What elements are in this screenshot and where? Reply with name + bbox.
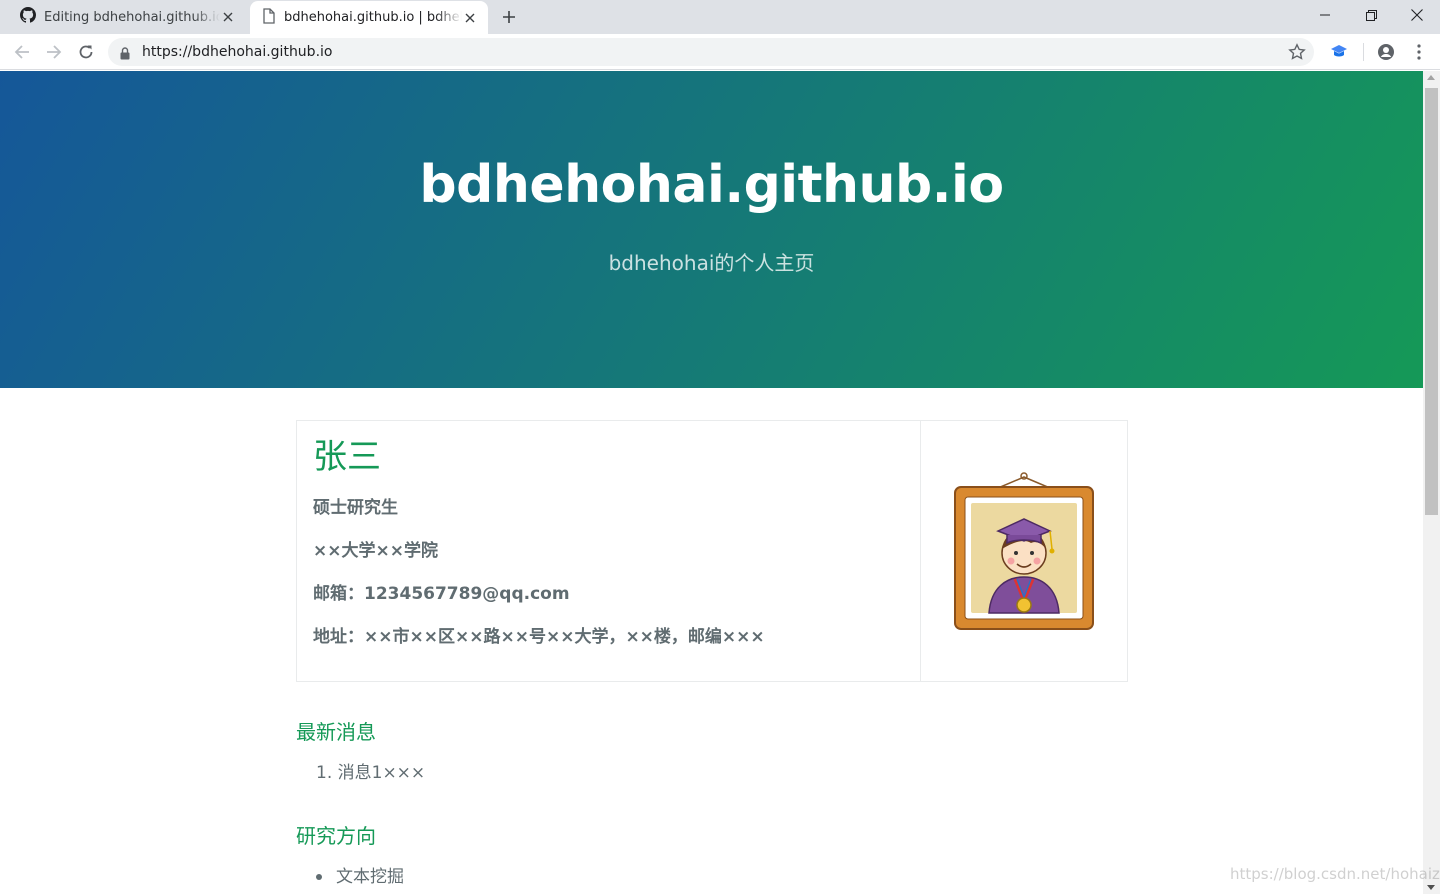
news-list: 1. 消息1××× — [316, 762, 425, 784]
research-item-label: 文本挖掘 — [336, 867, 404, 887]
extension-icon[interactable] — [1328, 41, 1350, 63]
profile-photo-cell — [921, 421, 1127, 681]
profile-email: 邮箱：1234567789@qq.com — [313, 584, 570, 604]
watermark: https://blog.csdn.net/hohaizx — [1230, 865, 1440, 883]
research-list: 文本挖掘 — [316, 866, 404, 888]
restore-button[interactable] — [1348, 0, 1394, 30]
bookmark-star-icon[interactable] — [1288, 43, 1306, 65]
address-bar[interactable]: https://bdhehohai.github.io — [108, 38, 1314, 66]
tab-title: bdhehohai.github.io | bdhehohai — [284, 10, 462, 25]
browser-toolbar: https://bdhehohai.github.io — [0, 34, 1440, 70]
close-icon[interactable] — [220, 9, 236, 25]
research-section-title: 研究方向 — [296, 824, 376, 848]
new-tab-button[interactable] — [498, 6, 520, 28]
research-item: 文本挖掘 — [316, 866, 404, 888]
graduate-portrait-image — [954, 472, 1094, 630]
reload-button[interactable] — [74, 40, 98, 64]
page-viewport: bdhehohai.github.io bdhehohai的个人主页 张三 硕士… — [0, 71, 1423, 894]
news-item: 1. 消息1××× — [316, 763, 426, 783]
site-title[interactable]: bdhehohai.github.io — [0, 155, 1423, 215]
page-header: bdhehohai.github.io bdhehohai的个人主页 — [0, 71, 1423, 388]
scroll-up-arrow-icon[interactable] — [1427, 75, 1435, 80]
forward-button[interactable] — [42, 40, 66, 64]
close-icon[interactable] — [462, 10, 478, 26]
site-tagline: bdhehohai的个人主页 — [608, 251, 815, 275]
tab-active[interactable]: bdhehohai.github.io | bdhehohai — [250, 1, 488, 34]
github-icon — [20, 7, 37, 27]
scroll-down-arrow-icon[interactable] — [1427, 885, 1435, 890]
profile-table: 张三 硕士研究生 ××大学××学院 邮箱：1234567789@qq.com 地… — [296, 420, 1128, 682]
close-window-button[interactable] — [1394, 0, 1440, 30]
page-scrollbar[interactable] — [1423, 71, 1440, 894]
tab-title: Editing bdhehohai.github.io/index.md — [44, 9, 220, 25]
document-icon — [262, 7, 276, 28]
main-content: 张三 硕士研究生 ××大学××学院 邮箱：1234567789@qq.com 地… — [296, 420, 1128, 887]
profile-school: ××大学××学院 — [313, 541, 438, 561]
profile-address: 地址：××市××区××路××号××大学，××楼，邮编××× — [313, 627, 765, 647]
news-section-title: 最新消息 — [296, 720, 376, 744]
back-button[interactable] — [10, 40, 34, 64]
profile-degree: 硕士研究生 — [313, 498, 398, 518]
url-text[interactable]: https://bdhehohai.github.io — [142, 38, 332, 66]
minimize-button[interactable] — [1302, 0, 1348, 30]
profile-info-cell: 张三 硕士研究生 ××大学××学院 邮箱：1234567789@qq.com 地… — [297, 421, 921, 681]
profile-icon[interactable] — [1375, 41, 1397, 63]
bullet-icon — [316, 874, 322, 880]
tab-editing[interactable]: Editing bdhehohai.github.io/index.md — [8, 0, 246, 34]
scrollbar-thumb[interactable] — [1425, 88, 1438, 515]
tab-strip: Editing bdhehohai.github.io/index.md bdh… — [0, 0, 1440, 34]
toolbar-separator — [1363, 43, 1364, 61]
profile-name: 张三 — [313, 437, 381, 477]
menu-kebab-icon[interactable] — [1408, 41, 1430, 63]
lock-icon[interactable] — [120, 45, 130, 64]
